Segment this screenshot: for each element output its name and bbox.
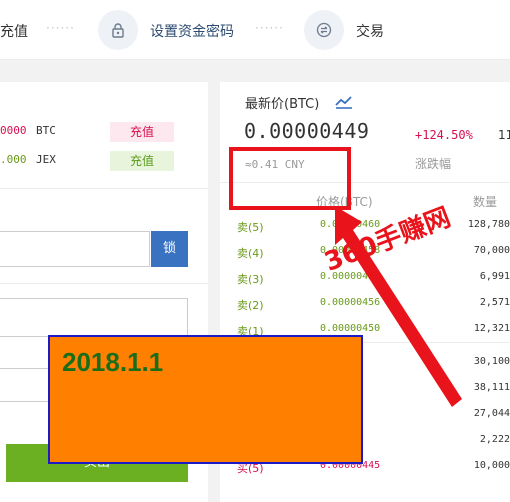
date-overlay-text: 2018.1.1 [62, 347, 164, 377]
date-overlay: 2018.1.1 [48, 335, 363, 464]
